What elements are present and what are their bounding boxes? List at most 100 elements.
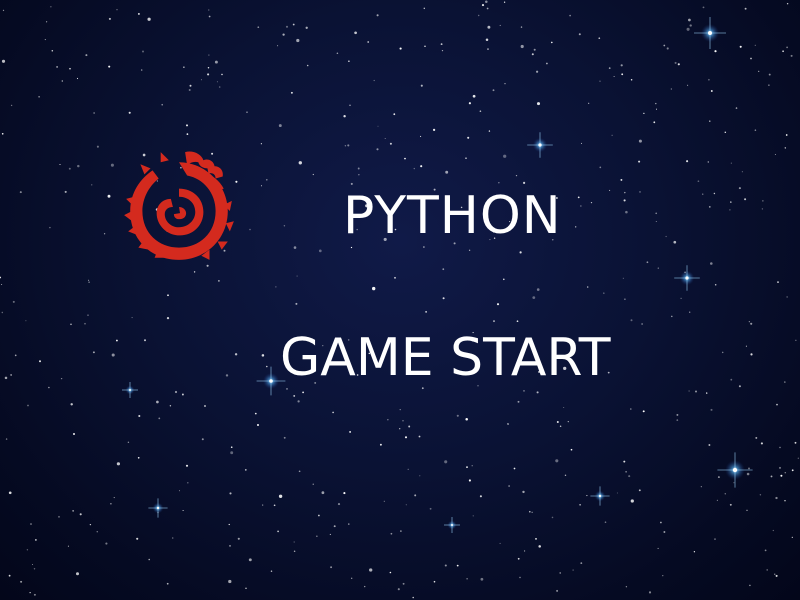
star — [88, 279, 90, 281]
star — [750, 353, 753, 356]
star — [468, 102, 471, 105]
star — [786, 2, 789, 5]
star — [642, 410, 645, 413]
star — [586, 286, 589, 288]
star — [38, 96, 40, 98]
star — [237, 537, 240, 540]
star — [503, 278, 505, 281]
star — [295, 302, 298, 305]
star — [529, 510, 531, 513]
star — [293, 541, 295, 543]
star — [638, 139, 642, 143]
star — [394, 276, 396, 279]
star — [790, 54, 793, 57]
star — [797, 457, 799, 459]
star — [770, 475, 773, 478]
star — [536, 391, 539, 394]
star — [578, 33, 581, 36]
star — [72, 510, 74, 512]
star — [441, 49, 444, 52]
star — [329, 533, 331, 535]
star — [69, 67, 71, 70]
star — [76, 572, 79, 576]
star — [33, 593, 36, 596]
star — [4, 376, 8, 380]
star — [432, 128, 436, 132]
star — [116, 9, 118, 11]
star — [423, 7, 426, 10]
star — [405, 504, 407, 506]
star — [670, 88, 672, 90]
star — [643, 112, 645, 115]
star — [113, 497, 115, 499]
star — [277, 45, 279, 47]
star — [580, 562, 583, 564]
star — [748, 467, 750, 470]
star — [639, 191, 641, 193]
star — [137, 456, 140, 459]
star — [729, 503, 732, 506]
star — [676, 419, 679, 421]
star — [550, 41, 553, 44]
star — [738, 385, 741, 388]
star — [522, 490, 525, 494]
star — [714, 50, 717, 53]
star — [2, 9, 5, 12]
star — [764, 549, 767, 552]
star — [166, 582, 169, 585]
star — [646, 261, 649, 264]
star — [784, 499, 786, 502]
star — [292, 23, 295, 26]
star — [234, 353, 238, 356]
star — [1, 132, 4, 135]
star — [625, 471, 627, 473]
bright-star — [148, 498, 168, 518]
star — [111, 353, 115, 357]
star — [702, 193, 704, 195]
star — [249, 228, 251, 231]
star — [364, 585, 366, 588]
star — [471, 465, 473, 467]
star — [413, 167, 415, 170]
star — [286, 388, 288, 390]
star — [666, 47, 669, 50]
star — [536, 70, 539, 73]
star — [784, 471, 787, 474]
star — [367, 41, 370, 43]
star — [621, 73, 624, 76]
star — [638, 489, 641, 492]
star — [710, 90, 713, 92]
bright-star — [674, 265, 700, 291]
star — [744, 198, 747, 201]
star — [290, 91, 293, 94]
star — [275, 286, 277, 288]
star — [376, 148, 379, 151]
game-start-button[interactable]: GAME START — [280, 332, 660, 384]
star — [708, 78, 710, 81]
star — [358, 174, 360, 176]
star — [420, 135, 422, 137]
star — [532, 296, 536, 299]
star — [625, 210, 628, 214]
star — [784, 381, 786, 383]
star — [348, 60, 350, 63]
star — [270, 570, 273, 572]
star — [623, 199, 626, 202]
star — [293, 394, 296, 397]
star — [354, 31, 357, 35]
star — [741, 171, 744, 173]
star — [485, 0, 488, 3]
star — [70, 403, 73, 406]
star — [791, 469, 794, 472]
star — [407, 468, 409, 470]
star — [531, 511, 533, 513]
star — [110, 503, 112, 505]
star — [1, 283, 3, 286]
star — [273, 504, 276, 507]
bright-star — [590, 486, 610, 506]
star — [70, 323, 72, 326]
star — [472, 515, 474, 517]
star — [762, 200, 764, 202]
star — [336, 52, 339, 54]
star — [87, 314, 89, 316]
